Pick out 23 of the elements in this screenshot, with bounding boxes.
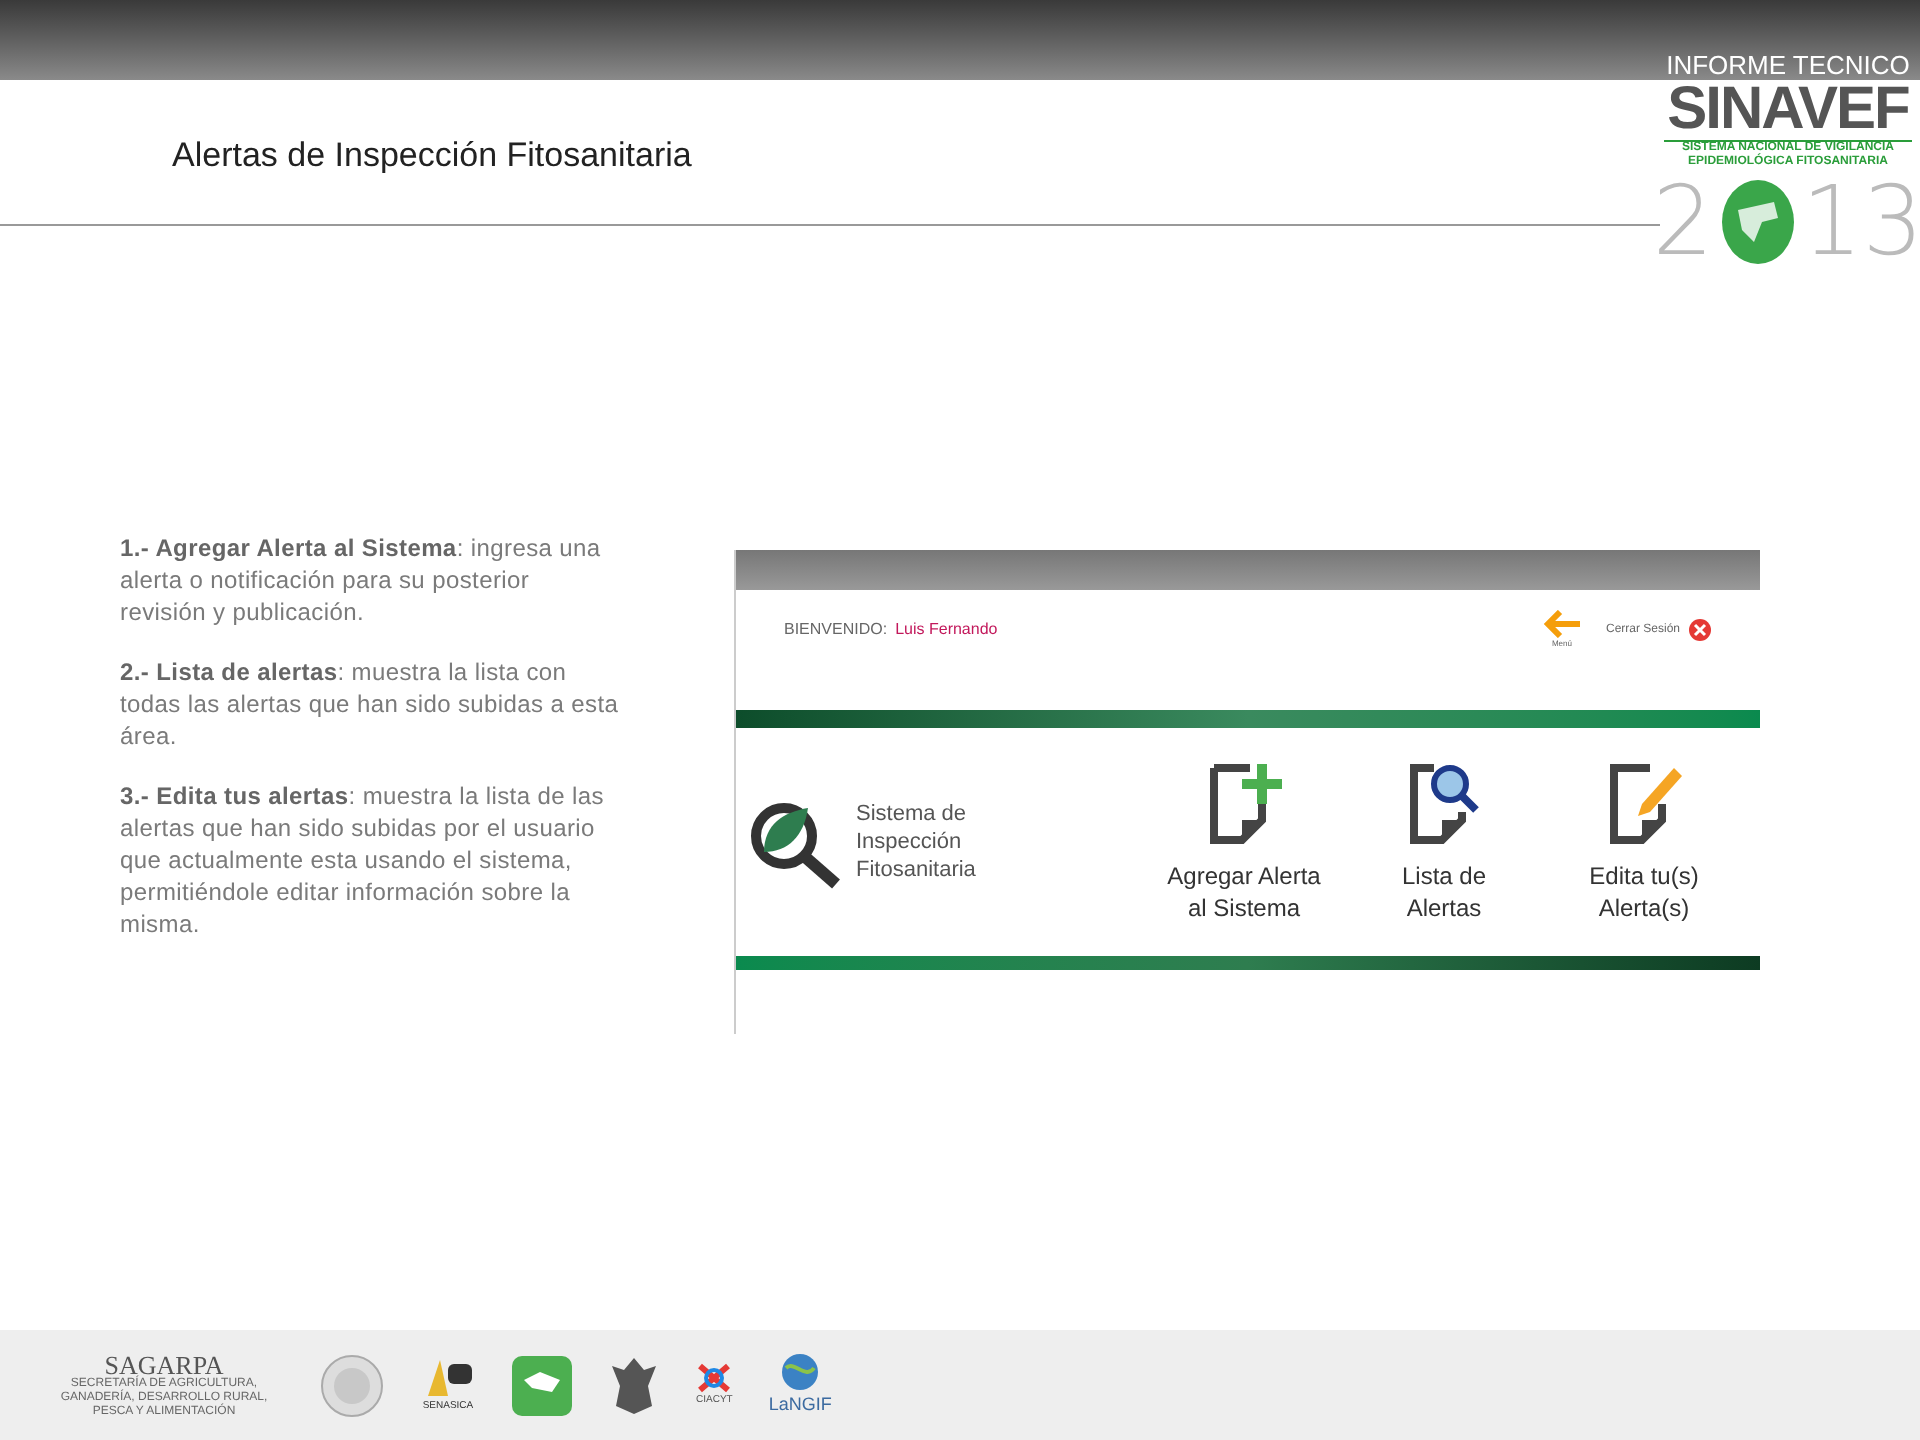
- leaf-magnifier-icon: [748, 800, 844, 892]
- sagarpa-logo-text: SAGARPA: [104, 1351, 224, 1377]
- description-paragraph: 1.- Agregar Alerta al Sistema: ingresa una alerta o notificación para su posterior revisión y publicación.: [120, 532, 603, 628]
- description-paragraph: 3.- Edita tus alertas: muestra la lista de las alertas que han sido subidas por el usuario que actualmente esta usando el sistema, permitiéndole editar información sobre la misma.: [120, 780, 606, 940]
- description-paragraph: 2.- Lista de alertas: muestra la lista con todas las alertas que han sido subidas a esta área.: [120, 656, 620, 752]
- year-digit: 2: [1652, 174, 1714, 270]
- page-title: Alertas de Inspección Fitosanitaria: [172, 134, 692, 179]
- map-badge-icon: [512, 1355, 572, 1415]
- app-name-line: Fitosanitaria: [856, 856, 976, 884]
- close-icon[interactable]: [1688, 618, 1712, 642]
- seal-icon: [320, 1353, 384, 1417]
- app-name-line: Sistema de: [856, 800, 969, 828]
- user-name: Luis Fernando: [895, 618, 998, 642]
- report-kicker: INFORME TECNICO: [1666, 52, 1910, 78]
- langif-logo-text: LaNGIF: [768, 1391, 832, 1418]
- welcome-label: BIENVENIDO:: [784, 618, 888, 642]
- action-label[interactable]: Edita tu(s) Alerta(s): [1589, 860, 1699, 924]
- action-label[interactable]: Agregar Alerta al Sistema: [1167, 860, 1321, 924]
- brand-name: SINAVEF: [1667, 80, 1909, 140]
- year-zero-emblem-icon: [1717, 178, 1798, 266]
- app-name-line: Inspección: [856, 828, 964, 856]
- year-digits: 13: [1801, 174, 1920, 270]
- action-label[interactable]: Lista de Alertas: [1401, 860, 1487, 924]
